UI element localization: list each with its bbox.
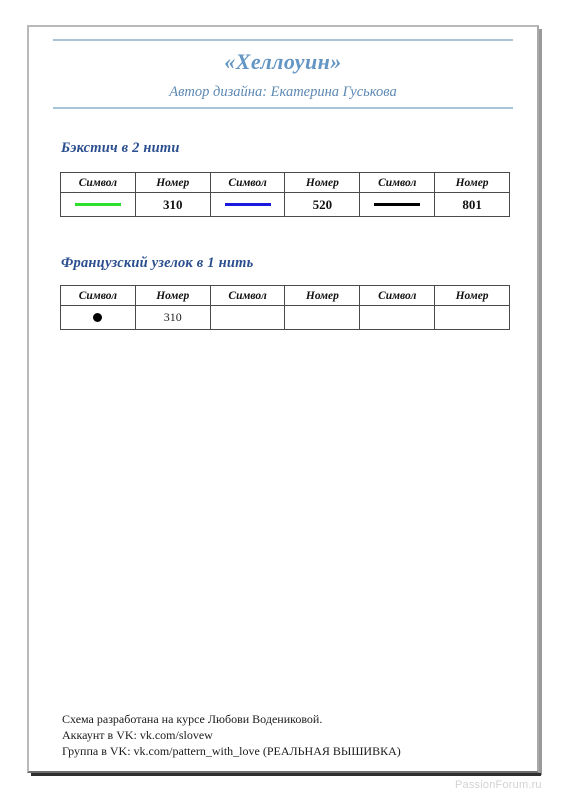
symbol-cell: [209, 192, 286, 217]
line-swatch-icon: [374, 203, 421, 207]
symbol-cell: [359, 192, 436, 217]
line-swatch-icon: [224, 203, 271, 207]
table-row: 310: [60, 305, 510, 330]
table-row: 310 520 801: [60, 192, 510, 217]
symbol-cell: [60, 192, 136, 217]
table-header-row: Символ Номер Символ Номер Символ Номер: [60, 285, 510, 306]
section-heading-french-knot: Французский узелок в 1 нить: [61, 255, 254, 271]
footer-line-group: Группа в VK: vk.com/pattern_with_love (Р…: [62, 744, 401, 758]
column-header-number-3: Номер: [434, 172, 510, 193]
number-cell: 801: [434, 192, 510, 217]
dot-swatch-icon: [93, 313, 103, 323]
symbol-cell-empty: [359, 305, 436, 330]
number-cell: 520: [284, 192, 361, 217]
table-header-row: Символ Номер Символ Номер Символ Номер: [60, 172, 510, 193]
symbol-cell-empty: [209, 305, 286, 330]
backstitch-symbol-table: Символ Номер Символ Номер Символ Номер 3…: [60, 172, 510, 217]
column-header-number-3: Номер: [434, 285, 510, 306]
footer-credits: Схема разработана на курсе Любови Водени…: [62, 711, 401, 759]
page-shadow-bottom: [31, 773, 541, 776]
french-knot-symbol-table: Символ Номер Символ Номер Символ Номер 3…: [60, 285, 510, 330]
section-heading-backstitch: Бэкстич в 2 нити: [61, 140, 180, 156]
number-cell-empty: [434, 305, 510, 330]
column-header-number-1: Номер: [134, 172, 211, 193]
line-swatch-icon: [74, 203, 121, 207]
document-page: «Хеллоуин» Автор дизайна: Екатерина Гусь…: [27, 25, 539, 773]
page-title: «Хеллоуин»: [224, 49, 342, 74]
column-header-number-2: Номер: [284, 172, 361, 193]
column-header-symbol-3: Символ: [359, 172, 436, 193]
column-header-number-2: Номер: [284, 285, 361, 306]
number-cell-empty: [284, 305, 361, 330]
site-watermark: PassionForum.ru: [455, 779, 542, 791]
number-cell: 310: [134, 305, 211, 330]
header-rule-top: [53, 39, 513, 41]
footer-line-account: Аккаунт в VK: vk.com/slovew: [62, 728, 213, 742]
page-subtitle: Автор дизайна: Екатерина Гуськова: [169, 84, 397, 100]
symbol-cell: [60, 305, 136, 330]
column-header-symbol-2: Символ: [209, 285, 286, 306]
page-shadow-right: [539, 29, 542, 775]
column-header-symbol-2: Символ: [209, 172, 286, 193]
column-header-symbol-1: Символ: [60, 285, 136, 306]
footer-line-course: Схема разработана на курсе Любови Водени…: [62, 712, 323, 726]
column-header-number-1: Номер: [134, 285, 211, 306]
number-cell: 310: [134, 192, 211, 217]
column-header-symbol-3: Символ: [359, 285, 436, 306]
header-rule-bottom: [53, 107, 513, 109]
column-header-symbol-1: Символ: [60, 172, 136, 193]
